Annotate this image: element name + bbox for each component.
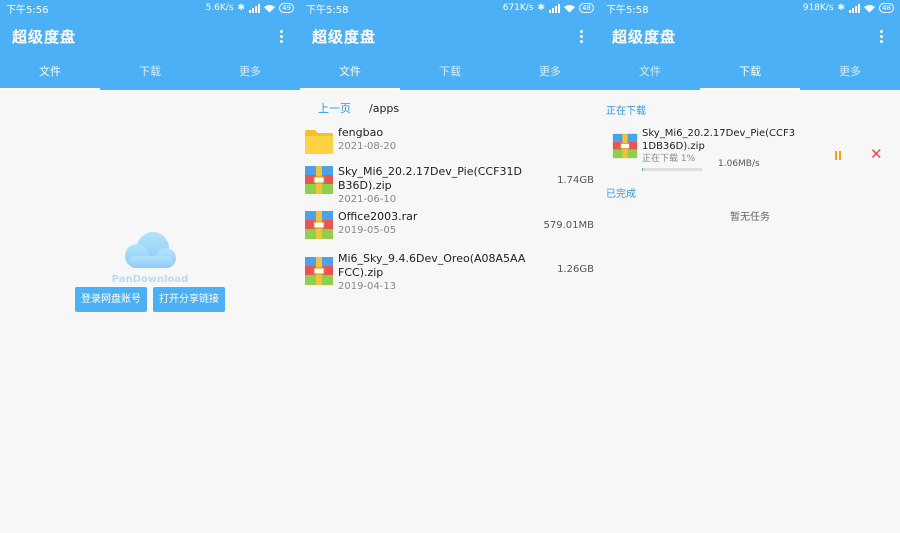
status-bar: 下午5:58 918K/s ✱ 48 <box>600 0 900 16</box>
status-bar: 下午5:56 5.6K/s ✱ 49 <box>0 0 300 16</box>
overflow-menu-icon[interactable] <box>874 27 888 45</box>
bluetooth-icon: ✱ <box>837 3 846 13</box>
tab-downloads[interactable]: 下载 <box>700 56 800 90</box>
archive-icon <box>305 257 333 285</box>
overflow-menu-icon[interactable] <box>274 27 288 45</box>
brand-label: PanDownload <box>111 274 189 285</box>
file-size: 1.74GB <box>557 175 594 186</box>
download-file-name: Sky_Mi6_20.2.17Dev_Pie(CCF31DB36D).zip <box>642 128 796 152</box>
completed-section-label: 已完成 <box>606 189 636 200</box>
tab-downloads[interactable]: 下载 <box>100 56 200 90</box>
net-speed: 671K/s <box>502 3 534 13</box>
phone-screen-downloads: 下午5:58 918K/s ✱ 48 超级度盘 文件 下载 更多 正在下载 Sk… <box>600 0 900 533</box>
app-bar: 下午5:56 5.6K/s ✱ 49 超级度盘 文件 下载 更多 <box>0 0 300 90</box>
status-time: 下午5:56 <box>6 4 49 16</box>
open-share-link-button[interactable]: 打开分享链接 <box>153 287 225 312</box>
battery-icon: 48 <box>879 3 894 13</box>
file-name: Sky_Mi6_20.2.17Dev_Pie(CCF31DB36D).zip <box>338 165 522 192</box>
overflow-menu-icon[interactable] <box>574 27 588 45</box>
tab-bar: 文件 下载 更多 <box>0 56 300 90</box>
bluetooth-icon: ✱ <box>537 3 546 13</box>
download-progress-fill <box>642 168 643 171</box>
battery-icon: 49 <box>279 3 294 13</box>
tab-more[interactable]: 更多 <box>800 56 900 90</box>
app-bar: 下午5:58 918K/s ✱ 48 超级度盘 文件 下载 更多 <box>600 0 900 90</box>
archive-icon <box>305 211 333 239</box>
download-speed: 1.06MB/s <box>718 159 760 169</box>
file-name: Mi6_Sky_9.4.6Dev_Oreo(A08A5AAFCC).zip <box>338 252 526 279</box>
wifi-icon <box>864 4 876 13</box>
status-bar: 下午5:58 671K/s ✱ 48 <box>300 0 600 16</box>
cloud-icon <box>125 232 176 268</box>
file-row[interactable]: Office2003.rar 2019-05-05 579.01MB <box>300 210 600 252</box>
file-name: fengbao <box>338 126 384 139</box>
archive-icon <box>612 133 638 159</box>
status-time: 下午5:58 <box>306 4 349 16</box>
folder-icon <box>305 130 333 154</box>
phone-screen-file-list: 下午5:58 671K/s ✱ 48 超级度盘 文件 下载 更多 上一页 /ap… <box>300 0 600 533</box>
path-bar: 上一页 /apps <box>300 90 600 126</box>
signal-icon <box>849 3 861 13</box>
tab-more[interactable]: 更多 <box>500 56 600 90</box>
wifi-icon <box>564 4 576 13</box>
file-date: 2019-04-13 <box>338 281 397 292</box>
file-row[interactable]: fengbao 2021-08-20 <box>300 126 600 165</box>
empty-task-text: 暂无任务 <box>730 212 770 223</box>
download-progress-bar <box>642 168 702 171</box>
tab-bar: 文件 下载 更多 <box>300 56 600 90</box>
wifi-icon <box>264 4 276 13</box>
file-row[interactable]: Sky_Mi6_20.2.17Dev_Pie(CCF31DB36D).zip 2… <box>300 165 600 207</box>
net-speed: 918K/s <box>802 3 834 13</box>
login-account-button[interactable]: 登录网盘账号 <box>75 287 147 312</box>
pause-icon[interactable] <box>832 151 844 163</box>
status-time: 下午5:58 <box>606 4 649 16</box>
downloading-section-label: 正在下载 <box>606 106 646 117</box>
tab-files[interactable]: 文件 <box>0 56 100 90</box>
download-item[interactable]: Sky_Mi6_20.2.17Dev_Pie(CCF31DB36D).zip 正… <box>600 117 900 185</box>
back-link[interactable]: 上一页 <box>318 100 351 116</box>
app-title: 超级度盘 <box>312 27 377 46</box>
tab-more[interactable]: 更多 <box>200 56 300 90</box>
file-date: 2021-08-20 <box>338 141 397 152</box>
archive-icon <box>305 166 333 194</box>
tab-files[interactable]: 文件 <box>600 56 700 90</box>
tab-bar: 文件 下载 更多 <box>600 56 900 90</box>
file-size: 579.01MB <box>543 220 594 231</box>
signal-icon <box>249 3 261 13</box>
file-size: 1.26GB <box>557 264 594 275</box>
cancel-download-icon[interactable]: ✕ <box>870 147 883 162</box>
tab-files[interactable]: 文件 <box>300 56 400 90</box>
signal-icon <box>549 3 561 13</box>
phone-screen-files-empty: 下午5:56 5.6K/s ✱ 49 超级度盘 文件 下载 更多 PanDown… <box>0 0 300 533</box>
tab-downloads[interactable]: 下载 <box>400 56 500 90</box>
current-path: /apps <box>369 101 400 115</box>
bluetooth-icon: ✱ <box>237 3 246 13</box>
net-speed: 5.6K/s <box>205 3 234 13</box>
file-date: 2021-06-10 <box>338 194 397 205</box>
battery-icon: 48 <box>579 3 594 13</box>
file-row[interactable]: Mi6_Sky_9.4.6Dev_Oreo(A08A5AAFCC).zip 20… <box>300 252 600 296</box>
login-prompt: PanDownload 登录网盘账号 打开分享链接 <box>0 228 300 312</box>
app-title: 超级度盘 <box>612 27 677 46</box>
app-title: 超级度盘 <box>12 27 77 46</box>
app-bar: 下午5:58 671K/s ✱ 48 超级度盘 文件 下载 更多 <box>300 0 600 90</box>
